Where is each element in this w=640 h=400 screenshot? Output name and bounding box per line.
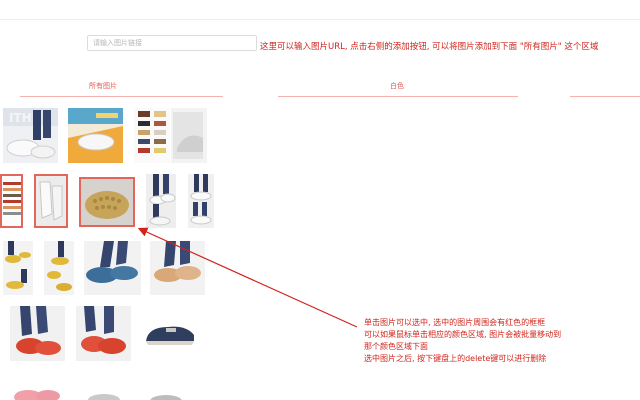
- instruction-line: 选中图片之后, 按下键盘上的delete键可以进行删除: [364, 354, 547, 363]
- product-thumbnail[interactable]: [10, 306, 65, 361]
- product-thumbnail[interactable]: [146, 174, 176, 228]
- product-thumbnail[interactable]: [188, 174, 214, 228]
- category-all-images-underline: [20, 96, 223, 97]
- shoe-yellow-grid-icon: [3, 241, 33, 295]
- product-thumbnail-selected[interactable]: [34, 174, 68, 228]
- category-all-images[interactable]: 所有图片: [89, 81, 117, 91]
- shoe-promo-orange-icon: [68, 108, 123, 163]
- product-thumbnail[interactable]: ITHI: [3, 108, 58, 163]
- product-thumbnail[interactable]: [142, 313, 197, 353]
- url-input-hint: 这里可以输入图片URL, 点击右侧的添加按钮, 可以将图片添加到下面 "所有图片…: [260, 42, 599, 52]
- category-white-underline: [278, 96, 518, 97]
- shoe-blue-on-feet-icon: [84, 241, 141, 295]
- product-thumbnail-selected[interactable]: [79, 177, 135, 227]
- category-third-underline[interactable]: [570, 96, 640, 97]
- product-thumbnail[interactable]: [134, 108, 170, 163]
- product-thumbnail-selected[interactable]: [0, 174, 23, 228]
- product-thumbnail[interactable]: [146, 388, 186, 400]
- product-thumbnail[interactable]: [150, 241, 205, 295]
- top-divider: [0, 19, 640, 20]
- shoe-white-side-icon: [171, 108, 207, 163]
- shoe-banner-white-icon: ITHI: [3, 108, 58, 163]
- product-thumbnail[interactable]: [10, 383, 65, 400]
- shoe-yellow-grid-2-icon: [44, 241, 74, 295]
- shoe-white-on-feet-2-icon: [188, 174, 214, 228]
- shoe-white-pair-icon: [36, 176, 66, 226]
- shoe-grey-pair-2-icon: [146, 391, 186, 400]
- instruction-line: 可以如果鼠标单击相应的颜色区域, 图片会被批量移动到: [364, 330, 562, 339]
- shoe-navy-loafer-icon: [142, 313, 197, 353]
- product-thumbnail[interactable]: [68, 108, 123, 163]
- shoe-yellow-on-feet-icon: [150, 241, 205, 295]
- shoe-grey-pair-icon: [84, 389, 124, 400]
- shoe-sole-closeup-icon: [81, 179, 133, 225]
- product-thumbnail[interactable]: [44, 241, 74, 295]
- instruction-line: 那个颜色区域下面: [364, 342, 428, 351]
- product-thumbnail[interactable]: [76, 306, 131, 361]
- shoe-color-chart-icon: [134, 108, 170, 163]
- product-thumbnail[interactable]: [84, 387, 124, 400]
- product-thumbnail[interactable]: [3, 241, 33, 295]
- product-thumbnail[interactable]: [171, 108, 207, 163]
- instructions-note: 单击图片可以选中, 选中的图片周围会有红色的框框 可以如果鼠标单击相应的颜色区域…: [364, 317, 561, 365]
- svg-text:ITHI: ITHI: [9, 111, 36, 125]
- shoe-red-pair-icon: [76, 306, 131, 361]
- instruction-line: 单击图片可以选中, 选中的图片周围会有红色的框框: [364, 318, 546, 327]
- image-url-input[interactable]: [87, 35, 257, 51]
- product-thumbnail[interactable]: [84, 241, 141, 295]
- shoe-pink-pair-icon: [10, 383, 65, 400]
- shoe-size-chart-icon: [2, 176, 21, 226]
- shoe-white-on-feet-icon: [146, 174, 176, 228]
- shoe-red-on-feet-icon: [10, 306, 65, 361]
- category-white[interactable]: 白色: [390, 81, 404, 91]
